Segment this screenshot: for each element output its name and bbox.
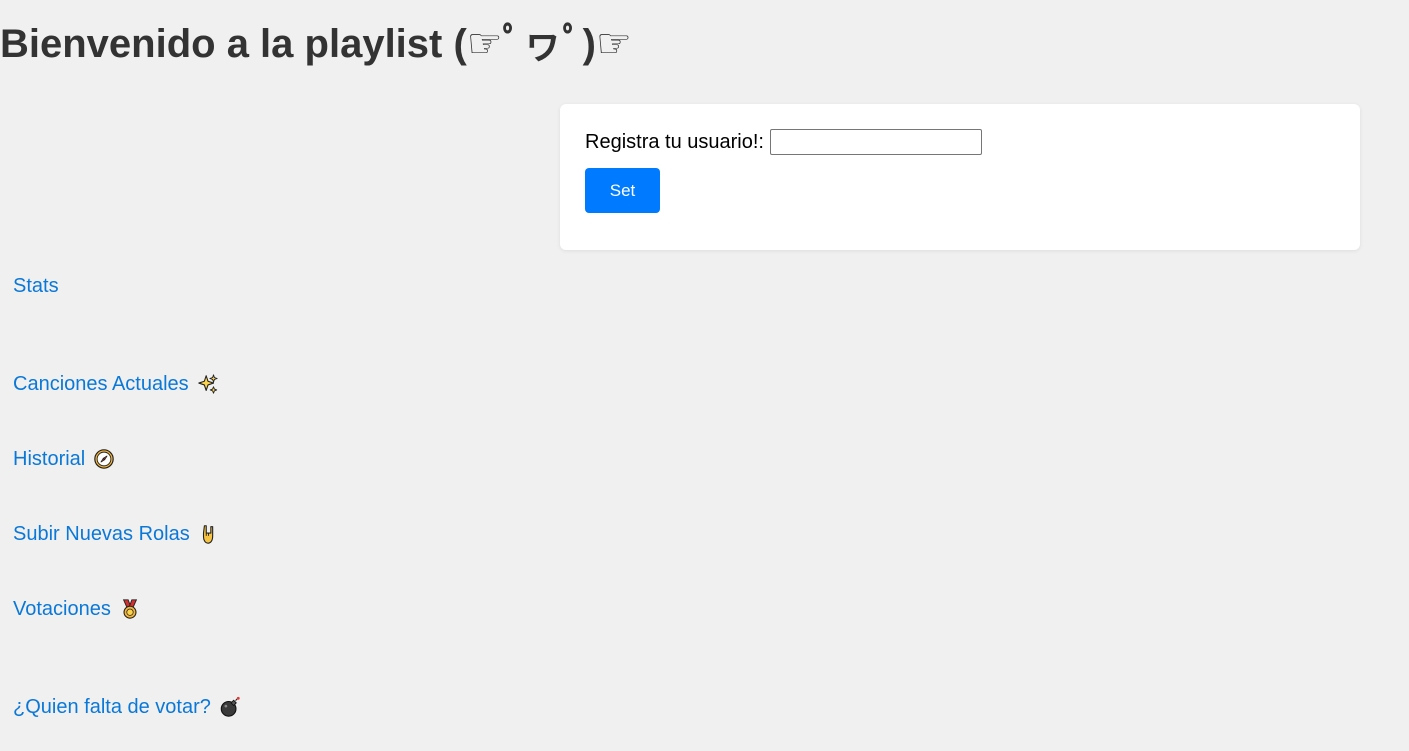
nav-link-label: Canciones Actuales (13, 372, 189, 395)
nav-link-label: Historial (13, 447, 86, 470)
register-card: Registra tu usuario!: Set (560, 104, 1360, 250)
nav-link-label: Subir Nuevas Rolas (13, 522, 190, 545)
nav-link-votaciones[interactable]: Votaciones (13, 596, 141, 622)
nav-link-stats[interactable]: Stats (13, 273, 59, 299)
rock-hand-icon (198, 523, 220, 545)
register-field-row: Registra tu usuario!: (585, 129, 982, 155)
username-input[interactable] (769, 129, 982, 155)
page-title: Bienvenido a la playlist (☞ﾟヮﾟ)☞ (0, 22, 632, 66)
medal-icon (119, 598, 141, 620)
nav-link-canciones-actuales[interactable]: Canciones Actuales (13, 371, 219, 397)
compass-icon (93, 448, 115, 470)
bomb-icon (219, 696, 241, 718)
sparkles-icon (197, 373, 219, 395)
nav-link-label: Stats (13, 274, 59, 297)
nav-link-label: ¿Quien falta de votar? (13, 695, 211, 718)
nav-link-historial[interactable]: Historial (13, 446, 115, 472)
nav-link-label: Votaciones (13, 597, 111, 620)
set-button[interactable]: Set (585, 168, 660, 213)
nav-link-subir-nuevas-rolas[interactable]: Subir Nuevas Rolas (13, 521, 220, 547)
nav-link-quien-falta-de-votar[interactable]: ¿Quien falta de votar? (13, 694, 241, 720)
register-label: Registra tu usuario!: (585, 130, 764, 153)
